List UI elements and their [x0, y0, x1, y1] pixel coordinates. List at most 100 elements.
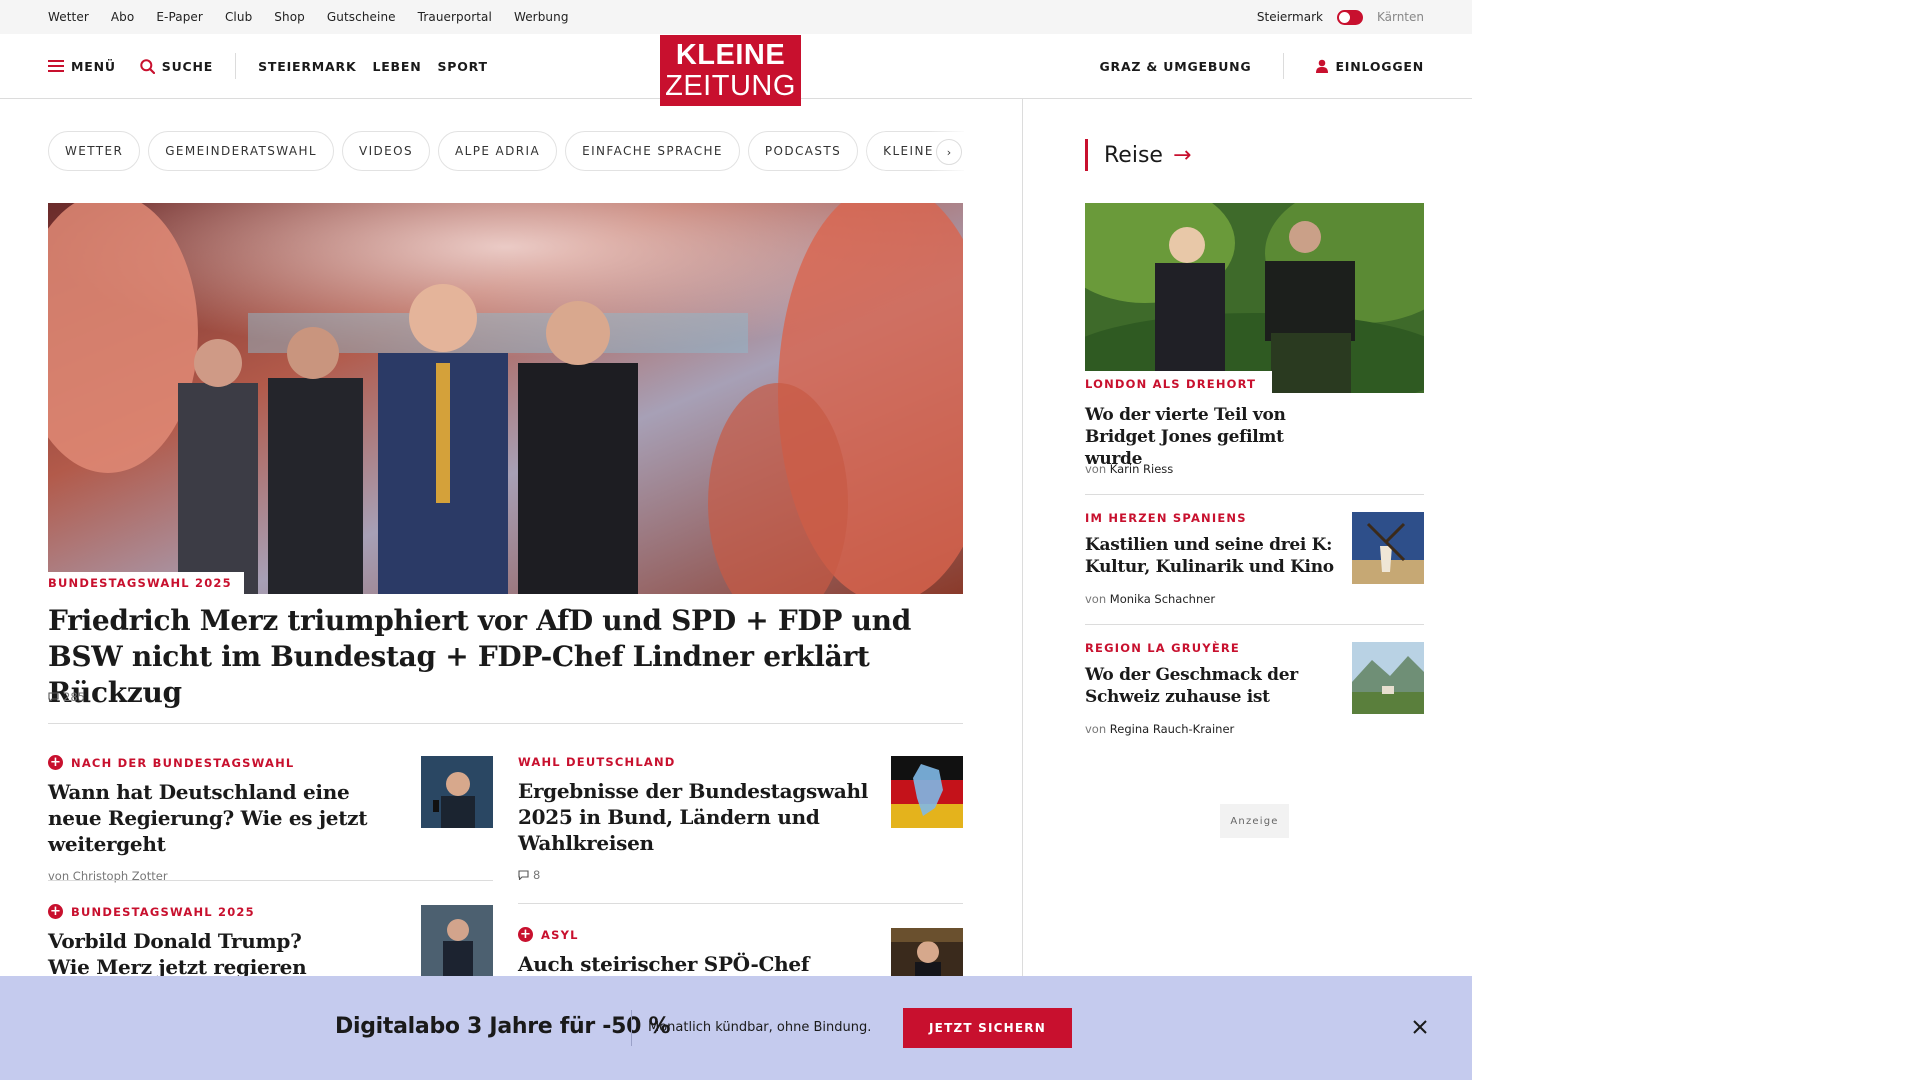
section-title: Reise: [1104, 142, 1163, 168]
menu-button[interactable]: Menü: [48, 59, 116, 74]
divider: [1085, 494, 1424, 495]
teaser-kicker: Asyl: [541, 927, 579, 942]
teaser-title: Ergebnisse der Bundestagswahl 2025 in Bu…: [518, 779, 869, 855]
divider: [48, 880, 493, 881]
section-heading-reise[interactable]: Reise →: [1085, 139, 1191, 171]
utility-link-abo[interactable]: Abo: [111, 10, 134, 24]
teaser-kicker: Nach der Bundestagswahl: [71, 755, 295, 770]
column-divider: [1022, 99, 1023, 979]
hamburger-icon: [48, 60, 64, 72]
sidebar-lead-title[interactable]: Wo der vierte Teil von Bridget Jones gef…: [1085, 404, 1345, 470]
divider: [48, 723, 963, 724]
hero-comment-count: 285: [63, 690, 85, 704]
header-left-nav: Menü Suche Steiermark Leben Sport: [48, 34, 488, 98]
nav-sport[interactable]: Sport: [437, 59, 487, 74]
chip-videos[interactable]: Videos: [341, 131, 431, 171]
teaser-kicker: Bundestagswahl 2025: [71, 904, 255, 919]
utility-link-club[interactable]: Club: [225, 10, 252, 24]
hero-image[interactable]: [48, 203, 963, 594]
byline-author[interactable]: Monika Schachner: [1110, 592, 1215, 606]
region-steiermark[interactable]: Steiermark: [1257, 10, 1323, 24]
utility-link-gutscheine[interactable]: Gutscheine: [327, 10, 396, 24]
toggle-knob: [1338, 11, 1350, 23]
sidebar-item[interactable]: Region La Gruyère Wo der Geschmack der S…: [1085, 641, 1335, 736]
chip-gemeinderatswahl[interactable]: Gemeinderatswahl: [148, 131, 334, 171]
chevron-right-icon[interactable]: ›: [936, 139, 962, 165]
close-icon[interactable]: [1409, 1016, 1431, 1038]
byline-author[interactable]: Karin Riess: [1110, 462, 1174, 476]
plus-icon: +: [48, 904, 63, 919]
sidebar-item-kicker: Im Herzen Spaniens: [1085, 511, 1247, 525]
nav-leben[interactable]: Leben: [372, 59, 421, 74]
chip-podcasts[interactable]: Podcasts: [747, 131, 859, 171]
utility-links: Wetter Abo E-Paper Club Shop Gutscheine …: [48, 0, 591, 34]
sidebar-lead-image[interactable]: [1085, 203, 1424, 393]
topic-chips: Wetter Gemeinderatswahl Videos Alpe Adri…: [48, 131, 964, 171]
promo-banner: Digitalabo 3 Jahre für -50 % Monatlich k…: [0, 976, 1472, 1080]
ad-label: Anzeige: [1220, 804, 1289, 838]
teaser-4[interactable]: + Asyl Auch steirischer SPÖ-Chef: [518, 927, 878, 977]
sidebar-lead-byline: von Karin Riess: [1085, 462, 1173, 476]
arrow-right-icon: →: [1172, 142, 1192, 168]
login-button[interactable]: Einloggen: [1316, 59, 1424, 74]
logo-line-2: ZEITUNG: [665, 70, 796, 102]
header-divider: [235, 53, 237, 79]
promo-subline: Monatlich kündbar, ohne Bindung.: [648, 1020, 872, 1035]
teaser-2-image[interactable]: [891, 756, 963, 828]
user-icon: [1316, 59, 1329, 73]
byline-prefix: von: [1085, 462, 1107, 476]
site-header: Menü Suche Steiermark Leben Sport KLEINE…: [0, 34, 1472, 106]
header-divider-right: [1283, 53, 1285, 79]
chip-wetter[interactable]: Wetter: [48, 131, 141, 171]
search-label: Suche: [161, 58, 214, 74]
teaser-1-image[interactable]: [421, 756, 493, 828]
site-logo[interactable]: KLEINE ZEITUNG: [660, 35, 801, 106]
sidebar-item-byline: von Monika Schachner: [1085, 592, 1335, 606]
teaser-3-image[interactable]: [421, 905, 493, 977]
promo-cta-button[interactable]: Jetzt sichern: [903, 1008, 1072, 1048]
teaser-1[interactable]: + Nach der Bundestagswahl Wann hat Deuts…: [48, 755, 408, 883]
utility-link-trauerportal[interactable]: Trauerportal: [418, 10, 492, 24]
teaser-title: Auch steirischer SPÖ-Chef: [518, 952, 810, 976]
sidebar-lead-kicker[interactable]: London als Drehort: [1085, 371, 1273, 393]
chip-alpe-adria[interactable]: Alpe Adria: [438, 131, 558, 171]
divider: [518, 903, 963, 904]
utility-link-wetter[interactable]: Wetter: [48, 10, 89, 24]
byline-author[interactable]: Regina Rauch-Krainer: [1110, 722, 1234, 736]
teaser-2[interactable]: Wahl Deutschland Ergebnisse der Bundesta…: [518, 755, 878, 882]
chip-einfache-sprache[interactable]: Einfache Sprache: [565, 131, 740, 171]
comment-icon: [518, 870, 529, 880]
region-link[interactable]: Graz & Umgebung: [1099, 59, 1251, 74]
sidebar-item-title: Wo der Geschmack der Schweiz zuhause ist: [1085, 665, 1298, 707]
sidebar-item-1-image[interactable]: [1352, 512, 1424, 584]
plus-icon: +: [518, 927, 533, 942]
hero-comments[interactable]: 285: [48, 690, 85, 704]
sidebar-item-kicker: Region La Gruyère: [1085, 641, 1240, 655]
sidebar-item[interactable]: Im Herzen Spaniens Kastilien und seine d…: [1085, 511, 1335, 606]
teaser-comments: 8: [518, 868, 878, 882]
teaser-title: Wann hat Deutschland eine neue Regierung…: [48, 780, 368, 856]
utility-link-werbung[interactable]: Werbung: [514, 10, 569, 24]
region-toggle[interactable]: [1336, 9, 1363, 25]
search-button[interactable]: Suche: [140, 59, 213, 74]
utility-link-shop[interactable]: Shop: [274, 10, 305, 24]
utility-bar: Wetter Abo E-Paper Club Shop Gutscheine …: [0, 0, 1472, 34]
sidebar-item-byline: von Regina Rauch-Krainer: [1085, 722, 1335, 736]
page-gutter: [1472, 0, 1920, 1080]
utility-link-epaper[interactable]: E-Paper: [156, 10, 203, 24]
header-right-nav: Graz & Umgebung Einloggen: [1099, 34, 1424, 98]
hero-kicker[interactable]: Bundestagswahl 2025: [48, 572, 244, 594]
sidebar-item-2-image[interactable]: [1352, 642, 1424, 714]
sidebar-item-title: Kastilien und seine drei K: Kultur, Kuli…: [1085, 535, 1334, 577]
teaser-kicker: Wahl Deutschland: [518, 755, 676, 769]
comment-icon: [48, 692, 59, 702]
hero-title[interactable]: Friedrich Merz triumphiert vor AfD und S…: [48, 603, 928, 711]
search-icon: [140, 58, 155, 74]
divider: [1085, 624, 1424, 625]
region-kaernten[interactable]: Kärnten: [1377, 10, 1424, 24]
plus-icon: +: [48, 755, 63, 770]
region-switch: Steiermark Kärnten: [1257, 0, 1424, 34]
login-label: Einloggen: [1335, 58, 1424, 74]
promo-divider: [631, 1010, 632, 1046]
nav-steiermark[interactable]: Steiermark: [258, 59, 356, 74]
